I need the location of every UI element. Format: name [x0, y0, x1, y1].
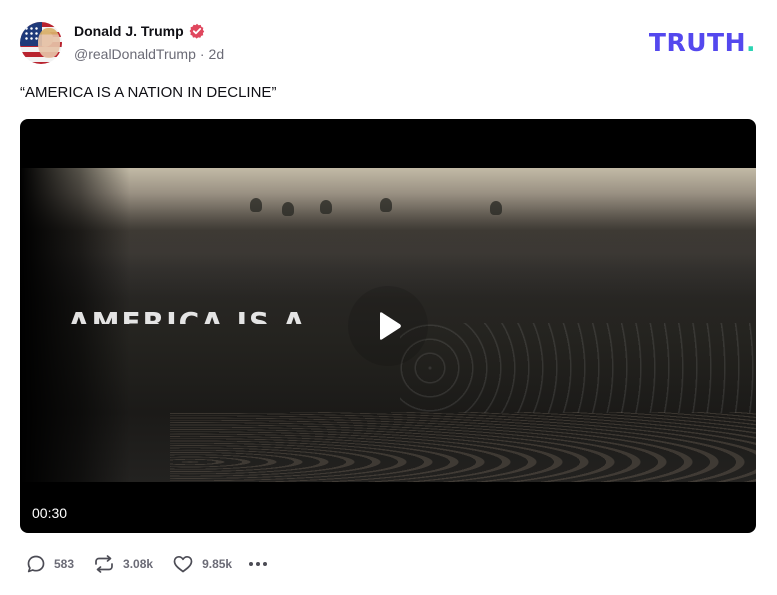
like-button[interactable]: 9.85k: [172, 554, 232, 574]
author-avatar[interactable]: [20, 22, 62, 64]
video-vignette: [20, 168, 130, 482]
video-haze: [20, 208, 756, 298]
scene-tree: [490, 201, 502, 215]
author-handle[interactable]: @realDonaldTrump: [74, 46, 196, 62]
author-name[interactable]: Donald J. Trump: [74, 23, 184, 39]
meta-separator: ·: [199, 46, 205, 62]
reply-button[interactable]: 583: [26, 554, 74, 574]
retruth-count: 3.08k: [123, 557, 154, 571]
scene-crowd: [170, 412, 756, 482]
video-player[interactable]: AMERICA IS A 00:30: [20, 119, 756, 533]
play-icon: [380, 312, 401, 340]
scene-tree: [380, 198, 392, 212]
avatar-face: [38, 28, 60, 58]
truth-logo[interactable]: TRUTH.: [649, 28, 756, 57]
play-button[interactable]: [348, 286, 428, 366]
more-icon: [249, 562, 254, 566]
video-duration: 00:30: [32, 505, 68, 521]
post-actions: 583 3.08k 9.85k: [26, 554, 268, 574]
author-name-row: Donald J. Trump: [74, 23, 205, 39]
verified-badge-icon: [189, 23, 204, 39]
retruth-icon: [95, 555, 113, 573]
post-text: “AMERICA IS A NATION IN DECLINE”: [20, 84, 277, 101]
like-icon: [173, 555, 193, 573]
more-icon-dot: [263, 562, 268, 566]
more-icon-dot: [256, 562, 261, 566]
reply-icon: [27, 555, 45, 573]
post-timestamp[interactable]: 2d: [209, 46, 225, 62]
reply-count: 583: [54, 557, 75, 571]
retruth-button[interactable]: 3.08k: [93, 554, 153, 574]
video-overlay-text: AMERICA IS A: [68, 308, 307, 324]
scene-tree: [250, 198, 262, 212]
truth-logo-text: TRUTH: [648, 28, 746, 57]
truth-logo-dot: .: [746, 28, 756, 57]
post-meta: @realDonaldTrump · 2d: [74, 46, 224, 62]
more-options-button[interactable]: [249, 554, 268, 574]
scene-tree: [320, 200, 332, 214]
razor-wire: [400, 323, 756, 413]
like-count: 9.85k: [202, 557, 233, 571]
scene-tree: [282, 202, 294, 216]
